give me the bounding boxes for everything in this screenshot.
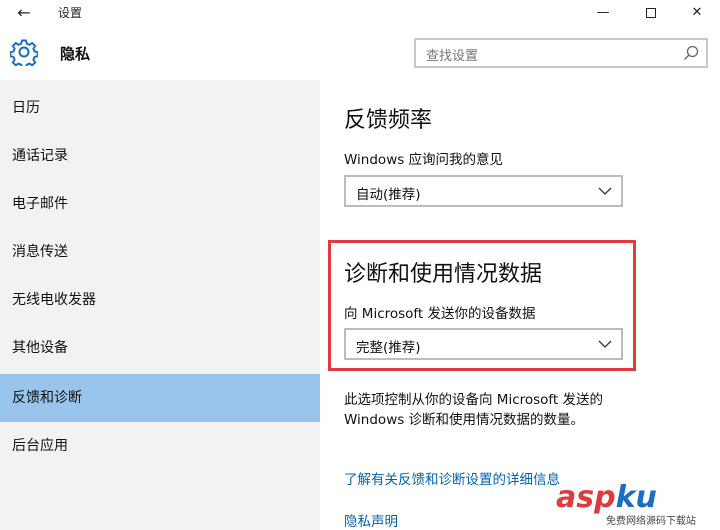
back-arrow-icon[interactable]: ← <box>10 2 38 24</box>
sidebar-item-radios[interactable]: 无线电收发器 <box>0 276 320 324</box>
watermark-brand: aspku <box>556 480 657 515</box>
close-button[interactable]: ✕ <box>674 0 720 26</box>
gear-icon <box>10 39 38 66</box>
diagnostics-value: 完整(推荐) <box>356 340 421 356</box>
page-header: 隐私 查找设置 <box>0 26 720 80</box>
maximize-button[interactable] <box>628 0 674 26</box>
sidebar-item-calendar[interactable]: 日历 <box>0 84 320 132</box>
diagnostics-dropdown[interactable]: 完整(推荐) <box>344 328 623 360</box>
learn-more-link[interactable]: 了解有关反馈和诊断设置的详细信息 <box>344 468 560 488</box>
maximize-icon <box>646 7 656 18</box>
description-line-1: 此选项控制从你的设备向 Microsoft 发送的 <box>344 392 604 408</box>
diagnostics-description: 此选项控制从你的设备向 Microsoft 发送的 Windows 诊断和使用情… <box>344 390 684 430</box>
description-line-2: Windows 诊断和使用情况数据的数量。 <box>344 412 585 428</box>
feedback-frequency-label: Windows 应询问我的意见 <box>344 152 504 168</box>
section-title: 隐私 <box>60 45 91 63</box>
sidebar-item-feedback-diagnostics[interactable]: 反馈和诊断 <box>0 374 320 422</box>
sidebar-item-background-apps[interactable]: 后台应用 <box>0 422 320 470</box>
sidebar-item-other-devices[interactable]: 其他设备 <box>0 324 320 372</box>
sidebar-item-call-history[interactable]: 通话记录 <box>0 132 320 180</box>
window-title: 设置 <box>58 6 83 20</box>
sidebar-item-email[interactable]: 电子邮件 <box>0 180 320 228</box>
sidebar-item-messaging[interactable]: 消息传送 <box>0 228 320 276</box>
feedback-frequency-heading: 反馈频率 <box>344 108 433 133</box>
search-icon[interactable] <box>682 44 700 62</box>
diagnostics-heading: 诊断和使用情况数据 <box>344 262 543 287</box>
minimize-button[interactable]: — <box>580 0 626 26</box>
feedback-frequency-dropdown[interactable]: 自动(推荐) <box>344 175 623 207</box>
search-input[interactable]: 查找设置 <box>414 38 708 68</box>
diagnostics-label: 向 Microsoft 发送你的设备数据 <box>344 306 536 322</box>
main-content: 反馈频率 Windows 应询问我的意见 自动(推荐) 诊断和使用情况数据 向 … <box>320 80 720 530</box>
feedback-frequency-value: 自动(推荐) <box>356 187 421 203</box>
chevron-down-icon <box>598 340 612 348</box>
watermark-tagline: 免费网络源码下载站 <box>606 516 696 527</box>
chevron-down-icon <box>598 187 612 195</box>
watermark-logo: aspku 免费网络源码下载站 <box>550 480 720 530</box>
sidebar: 日历 通话记录 电子邮件 消息传送 无线电收发器 其他设备 反馈和诊断 后台应用 <box>0 80 320 530</box>
privacy-statement-link[interactable]: 隐私声明 <box>344 510 398 530</box>
title-bar: ← 设置 — ✕ <box>0 0 720 26</box>
search-placeholder: 查找设置 <box>426 49 479 64</box>
